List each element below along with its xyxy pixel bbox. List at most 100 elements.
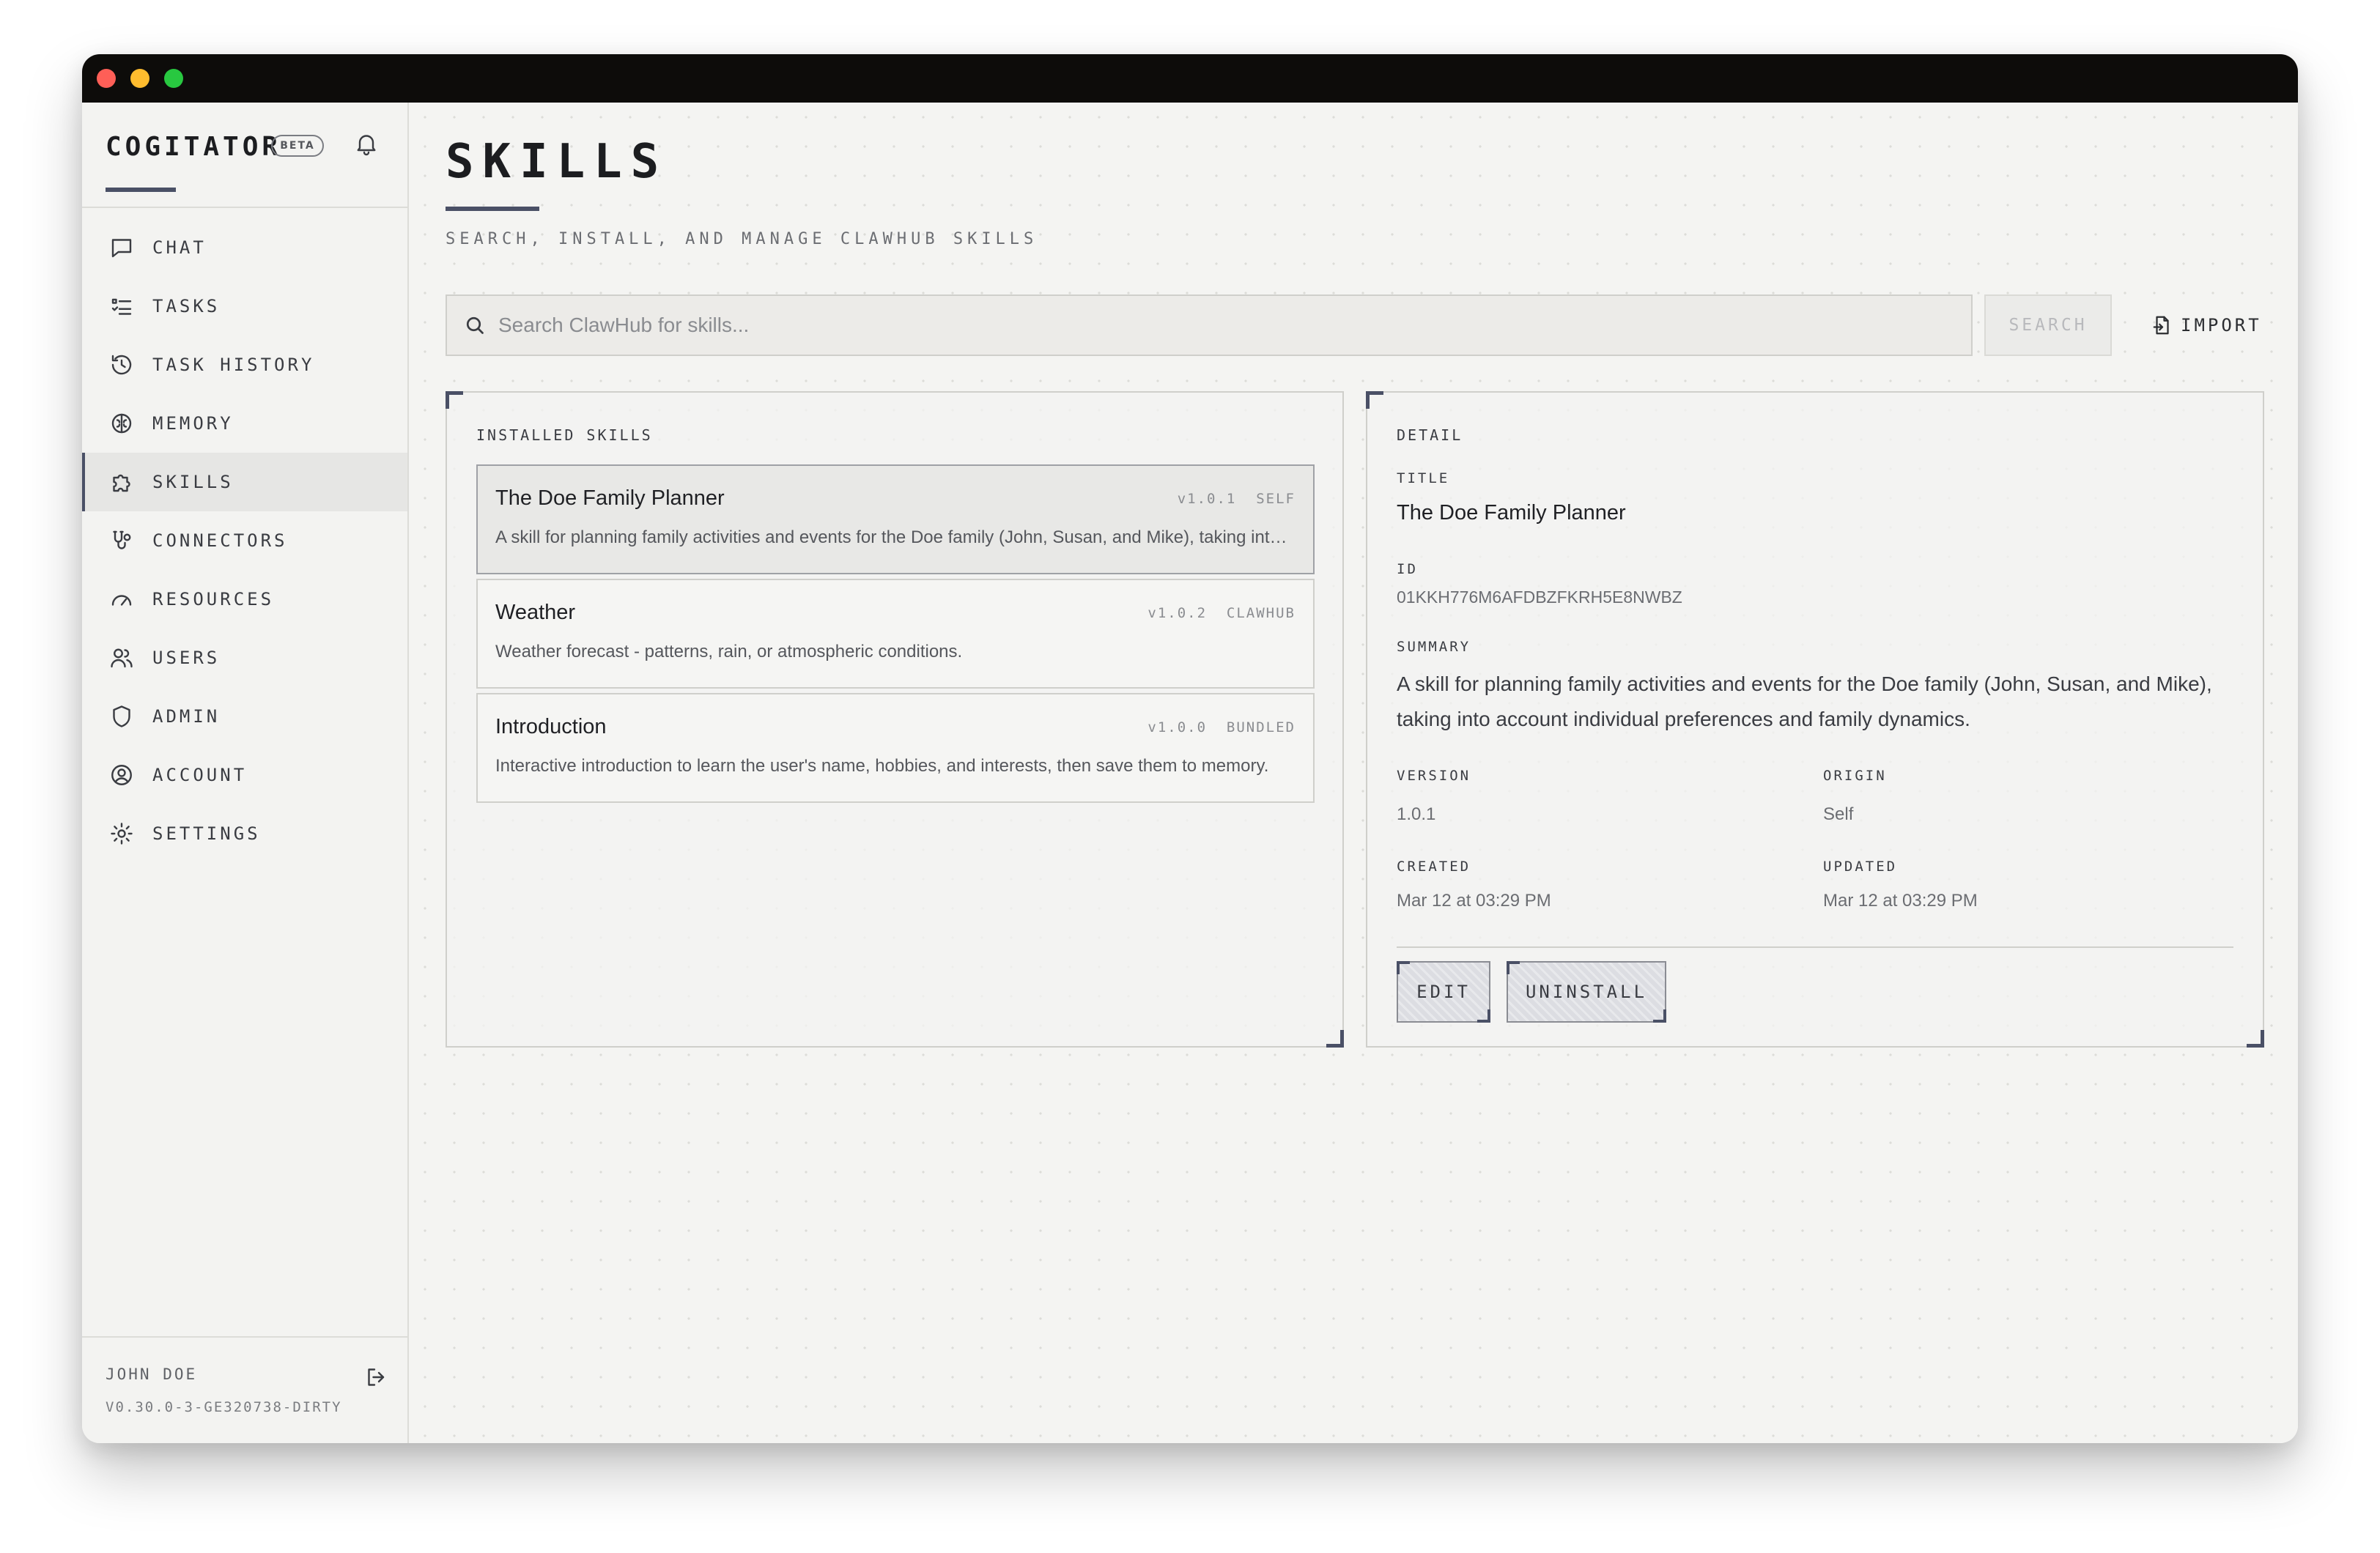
current-user-name: JOHN DOE xyxy=(106,1365,198,1383)
sidebar-item-label: TASK HISTORY xyxy=(152,355,315,375)
edit-label: EDIT xyxy=(1416,982,1471,1002)
import-file-icon xyxy=(2153,316,2169,335)
beta-badge: BETA xyxy=(271,135,324,157)
detail-id-label: ID xyxy=(1397,561,1418,577)
logout-icon[interactable] xyxy=(363,1364,390,1390)
sidebar-item-memory[interactable]: MEMORY xyxy=(82,394,407,453)
sidebar-item-label: SETTINGS xyxy=(152,823,261,844)
sidebar-nav: CHAT TASKS TASK HISTORY MEMORY SKILLS CONNECT… xyxy=(82,218,407,863)
detail-divider xyxy=(1397,946,2233,948)
detail-origin-value: Self xyxy=(1823,804,1854,824)
skill-version: v1.0.2 xyxy=(1148,605,1208,621)
installed-skills-heading: INSTALLED SKILLS xyxy=(476,426,653,444)
connector-icon xyxy=(108,527,135,554)
sidebar-item-label: CONNECTORS xyxy=(152,530,288,551)
brain-icon xyxy=(108,410,135,437)
main-content: SKILLS SEARCH, INSTALL, AND MANAGE CLAWH… xyxy=(410,103,2298,1443)
detail-version-label: VERSION xyxy=(1397,768,1471,784)
corner-bracket xyxy=(1477,1009,1490,1023)
skill-card[interactable]: Weather v1.0.2 CLAWHUB Weather forecast - … xyxy=(476,579,1315,689)
sidebar-item-admin[interactable]: ADMIN xyxy=(82,687,407,746)
skill-meta: v1.0.1 SELF xyxy=(1178,491,1296,507)
edit-button[interactable]: EDIT xyxy=(1397,961,1490,1023)
detail-summary-value: A skill for planning family activities a… xyxy=(1397,672,2212,730)
sidebar-item-label: TASKS xyxy=(152,296,221,316)
search-bar xyxy=(446,294,1973,356)
skill-description: Interactive introduction to learn the us… xyxy=(495,756,1269,776)
detail-title-value: The Doe Family Planner xyxy=(1397,501,1626,525)
import-button[interactable]: IMPORT xyxy=(2151,294,2262,356)
sidebar-item-label: ACCOUNT xyxy=(152,765,248,785)
detail-heading: DETAIL xyxy=(1397,426,1463,444)
skill-meta: v1.0.0 BUNDLED xyxy=(1148,719,1296,735)
skill-version: v1.0.0 xyxy=(1148,719,1208,735)
sidebar-item-label: CHAT xyxy=(152,237,207,258)
skill-description: A skill for planning family activities a… xyxy=(495,527,1296,547)
detail-title-label: TITLE xyxy=(1397,470,1450,486)
puzzle-icon xyxy=(108,469,135,495)
sidebar-item-users[interactable]: USERS xyxy=(82,629,407,687)
sidebar-item-task-history[interactable]: TASK HISTORY xyxy=(82,336,407,394)
sidebar: COGITATOR BETA CHAT TASKS TASK HISTORY MEMO… xyxy=(82,103,409,1443)
skill-origin: CLAWHUB xyxy=(1226,605,1296,621)
skill-title: Weather xyxy=(495,601,576,624)
search-button[interactable]: SEARCH xyxy=(1984,294,2112,356)
installed-skills-panel: INSTALLED SKILLS The Doe Family Planner v… xyxy=(446,391,1344,1048)
sidebar-item-account[interactable]: ACCOUNT xyxy=(82,746,407,804)
import-label: IMPORT xyxy=(2181,315,2262,336)
sidebar-item-settings[interactable]: SETTINGS xyxy=(82,804,407,863)
sidebar-item-tasks[interactable]: TASKS xyxy=(82,277,407,336)
skill-description: Weather forecast - patterns, rain, or at… xyxy=(495,642,963,661)
skill-title: Introduction xyxy=(495,715,607,738)
close-window-button[interactable] xyxy=(97,69,116,88)
corner-bracket xyxy=(1653,1009,1666,1023)
minimize-window-button[interactable] xyxy=(130,69,149,88)
detail-id-value: 01KKH776M6AFDBZFKRH5E8NWBZ xyxy=(1397,588,1682,607)
detail-updated-value: Mar 12 at 03:29 PM xyxy=(1823,891,1978,911)
search-icon xyxy=(466,316,484,334)
corner-bracket xyxy=(1366,391,1383,409)
search-input[interactable] xyxy=(498,296,1971,355)
gear-icon xyxy=(108,820,135,847)
app-window: COGITATOR BETA CHAT TASKS TASK HISTORY MEMO… xyxy=(82,54,2298,1443)
shield-icon xyxy=(108,703,135,730)
sidebar-item-chat[interactable]: CHAT xyxy=(82,218,407,277)
sidebar-bottom-divider xyxy=(82,1336,407,1338)
app-logo: COGITATOR xyxy=(106,132,282,162)
detail-version-value: 1.0.1 xyxy=(1397,804,1436,824)
skill-origin: BUNDLED xyxy=(1226,719,1296,735)
corner-bracket xyxy=(446,391,463,409)
corner-bracket xyxy=(1397,961,1410,974)
corner-bracket xyxy=(2247,1030,2264,1048)
sidebar-item-connectors[interactable]: CONNECTORS xyxy=(82,511,407,570)
corner-bracket xyxy=(1326,1030,1344,1048)
skill-card[interactable]: The Doe Family Planner v1.0.1 SELF A skill… xyxy=(476,464,1315,574)
detail-created-label: CREATED xyxy=(1397,859,1471,875)
sidebar-divider xyxy=(82,207,407,208)
notifications-bell-icon[interactable] xyxy=(353,130,380,160)
sidebar-item-label: MEMORY xyxy=(152,413,234,434)
uninstall-button[interactable]: UNINSTALL xyxy=(1507,961,1666,1023)
sidebar-item-label: ADMIN xyxy=(152,706,221,727)
detail-summary-label: SUMMARY xyxy=(1397,639,1471,655)
task-list-icon xyxy=(108,293,135,319)
skill-card[interactable]: Introduction v1.0.0 BUNDLED Interactive in… xyxy=(476,693,1315,803)
brand-underline xyxy=(106,188,176,192)
sidebar-item-label: SKILLS xyxy=(152,472,234,492)
skill-meta: v1.0.2 CLAWHUB xyxy=(1148,605,1296,621)
maximize-window-button[interactable] xyxy=(164,69,183,88)
skill-detail-panel: DETAIL TITLE The Doe Family Planner ID 0… xyxy=(1366,391,2264,1048)
sidebar-item-label: USERS xyxy=(152,648,221,668)
title-bar xyxy=(82,54,2298,103)
detail-updated-label: UPDATED xyxy=(1823,859,1898,875)
page-subtitle: SEARCH, INSTALL, AND MANAGE CLAWHUB SKIL… xyxy=(446,230,1038,248)
user-circle-icon xyxy=(108,762,135,788)
history-icon xyxy=(108,352,135,378)
users-icon xyxy=(108,645,135,671)
sidebar-item-resources[interactable]: RESOURCES xyxy=(82,570,407,629)
sidebar-item-skills[interactable]: SKILLS xyxy=(82,453,407,511)
title-underline xyxy=(446,207,539,211)
skill-version: v1.0.1 xyxy=(1177,491,1237,507)
skill-title: The Doe Family Planner xyxy=(495,486,725,510)
gauge-icon xyxy=(108,586,135,612)
